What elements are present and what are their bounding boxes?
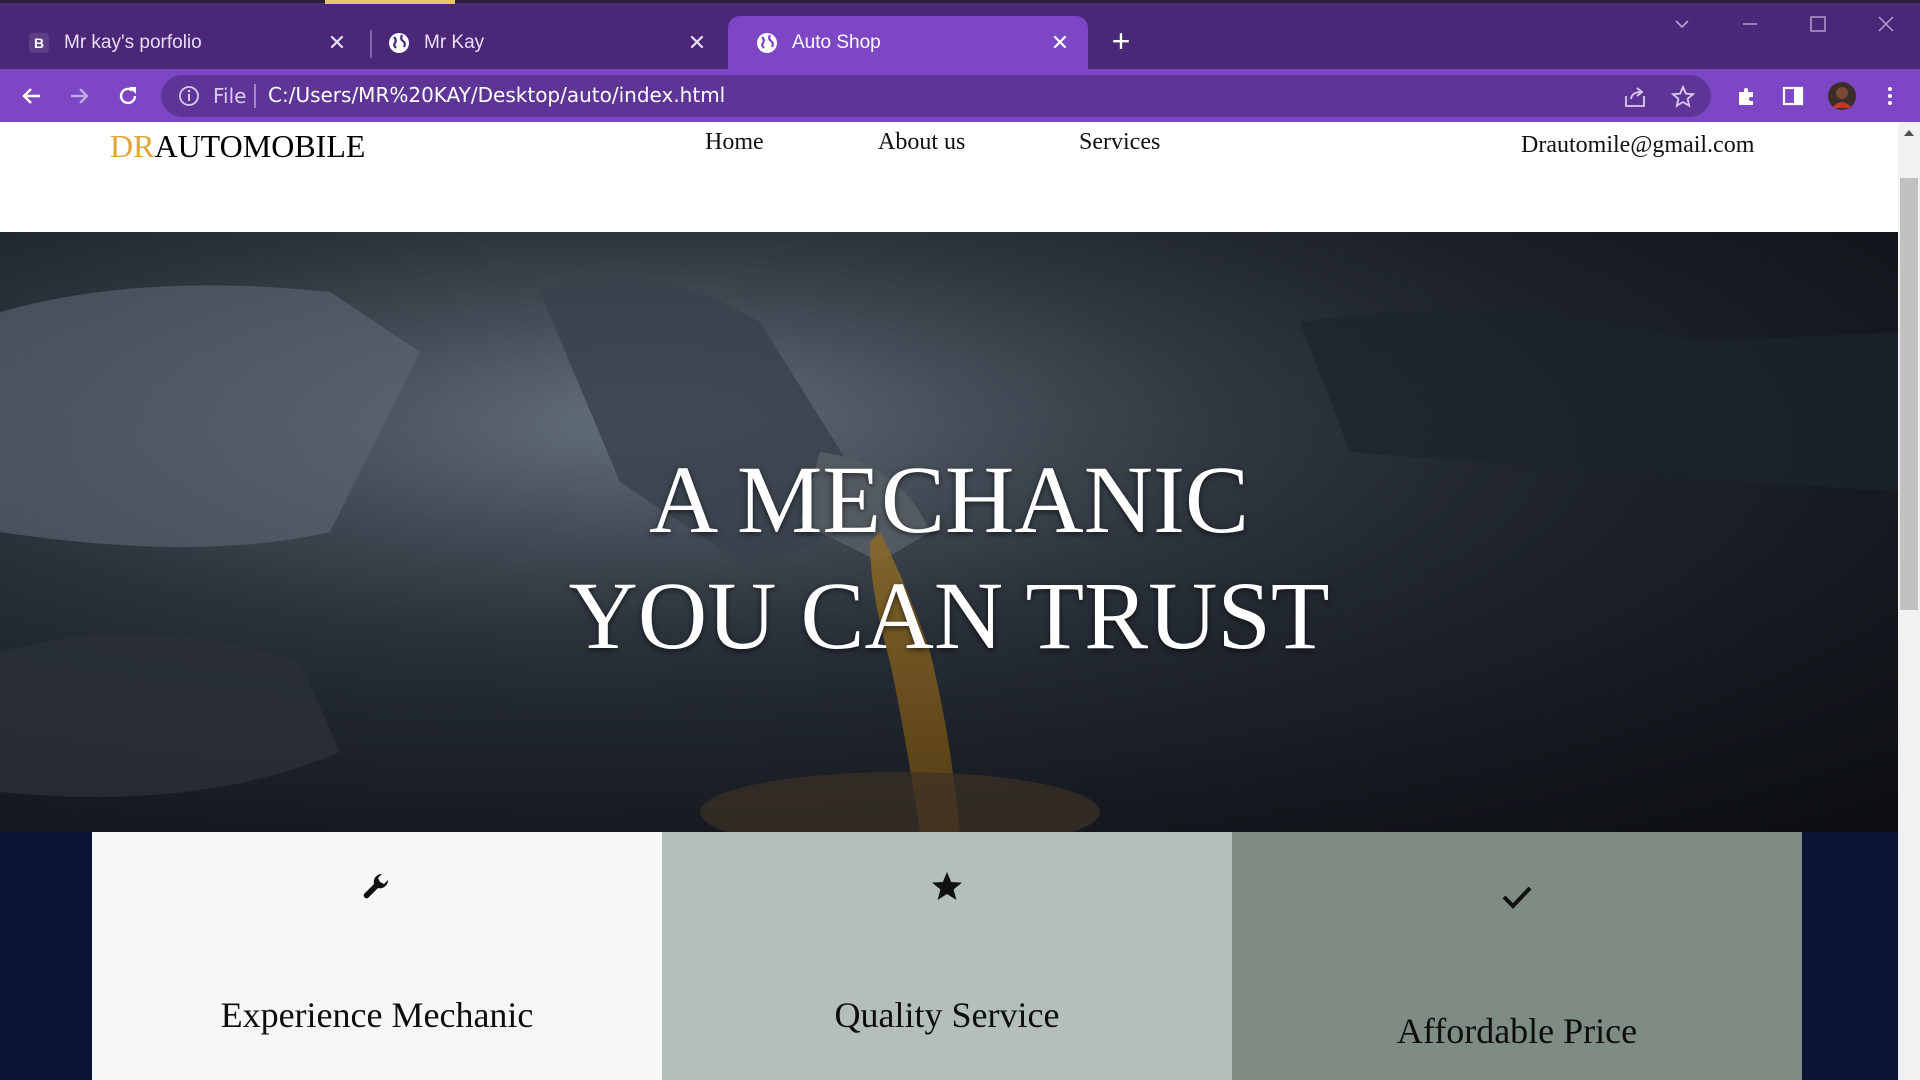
minimize-window-button[interactable]: [1730, 12, 1770, 42]
globe-icon: [388, 32, 410, 54]
close-tab-icon[interactable]: ✕: [685, 30, 709, 55]
share-icon[interactable]: [1622, 84, 1648, 110]
site-logo[interactable]: DRAUTOMOBILE: [110, 128, 365, 165]
nav-about-link[interactable]: About us: [878, 129, 965, 156]
feature-caption: Experience Mechanic: [220, 995, 534, 1035]
hero-line-2: YOU CAN TRUST: [568, 562, 1330, 669]
scheme-label: File: [213, 84, 247, 108]
reload-icon: [119, 87, 137, 105]
b-favicon-letter: B: [34, 35, 44, 51]
browser-toolbar: File C:/Users/MR%20KAY/Desktop/auto/inde…: [0, 69, 1920, 122]
star-icon: [662, 870, 1232, 910]
browser-tabstrip: B Mr kay's porfolio ✕ Mr Kay ✕ Auto Shop…: [0, 0, 1920, 69]
feature-card-experience: Experience Mechanic: [92, 832, 662, 1080]
extensions-puzzle-icon[interactable]: [1731, 80, 1763, 112]
wrench-icon: [92, 870, 662, 910]
tabstrip-top-edge: [0, 0, 1920, 3]
feature-card-price: Affordable Price: [1232, 832, 1802, 1080]
nav-services-link[interactable]: Services: [1079, 129, 1160, 156]
browser-menu-icon[interactable]: [1874, 80, 1906, 112]
back-arrow-icon: [22, 88, 40, 104]
maximize-window-button[interactable]: [1798, 12, 1838, 42]
close-tab-icon[interactable]: ✕: [325, 30, 349, 55]
address-bar[interactable]: File C:/Users/MR%20KAY/Desktop/auto/inde…: [161, 75, 1711, 117]
bookmark-star-icon[interactable]: [1670, 84, 1696, 110]
page-viewport: DRAUTOMOBILE Home About us Services Drau…: [0, 122, 1898, 1080]
hero-headline: A MECHANIC YOU CAN TRUST: [0, 442, 1898, 674]
tab-auto-shop[interactable]: Auto Shop ✕: [728, 16, 1088, 69]
profile-avatar[interactable]: [1826, 80, 1858, 112]
forward-arrow-icon: [71, 88, 89, 104]
feature-card-quality: Quality Service: [662, 832, 1232, 1080]
site-header: DRAUTOMOBILE Home About us Services Drau…: [0, 122, 1898, 232]
scroll-up-arrow-icon[interactable]: [1904, 130, 1914, 136]
scroll-thumb[interactable]: [1900, 178, 1918, 610]
logo-accent-text: DR: [110, 128, 155, 164]
nav-home-link[interactable]: Home: [705, 129, 764, 156]
checkmark-icon: [1232, 880, 1802, 920]
url-text[interactable]: C:/Users/MR%20KAY/Desktop/auto/index.htm…: [268, 83, 725, 107]
hero-line-1: A MECHANIC: [648, 446, 1250, 553]
site-info-icon[interactable]: [177, 84, 201, 108]
tab-mr-kay[interactable]: Mr Kay ✕: [360, 16, 725, 69]
tab-loading-indicator: [325, 0, 455, 4]
address-separator: [254, 84, 256, 108]
forward-button[interactable]: [63, 80, 95, 112]
contact-email: Drautomile@gmail.com: [1521, 132, 1755, 158]
feature-caption: Quality Service: [834, 995, 1060, 1035]
close-tab-icon[interactable]: ✕: [1048, 30, 1072, 55]
hero-banner: A MECHANIC YOU CAN TRUST: [0, 232, 1898, 832]
tab-title: Mr kay's porfolio: [64, 31, 202, 53]
tab-title: Mr Kay: [424, 31, 485, 53]
page-scrollbar[interactable]: [1898, 122, 1920, 1080]
tab-mr-kays-porfolio[interactable]: B Mr kay's porfolio ✕: [0, 16, 365, 69]
back-button[interactable]: [16, 80, 48, 112]
logo-text: AUTOMOBILE: [154, 128, 366, 164]
feature-caption: Affordable Price: [1396, 1011, 1638, 1051]
features-section: Experience Mechanic Quality Service Affo…: [0, 832, 1898, 1080]
close-window-button[interactable]: [1866, 12, 1906, 42]
tab-search-icon[interactable]: [1662, 12, 1702, 42]
new-tab-button[interactable]: +: [1107, 25, 1135, 57]
reload-button[interactable]: [112, 80, 144, 112]
tab-title: Auto Shop: [792, 31, 881, 53]
globe-icon: [756, 32, 778, 54]
side-panel-icon[interactable]: [1777, 80, 1809, 112]
b-favicon-icon: B: [28, 32, 50, 54]
